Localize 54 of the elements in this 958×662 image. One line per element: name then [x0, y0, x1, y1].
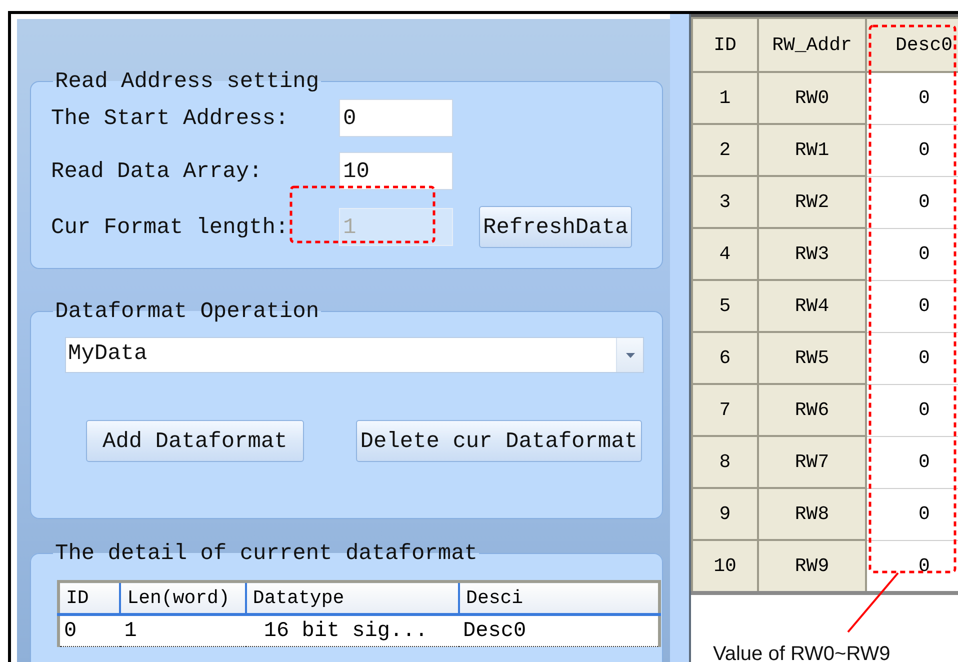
input-field[interactable]: 10	[339, 152, 453, 190]
row-header: 4	[692, 228, 758, 280]
table-cell: 0	[866, 540, 958, 593]
table-cell: RW2	[758, 176, 866, 228]
row-header: 2	[692, 124, 758, 176]
dataformat-dropdown[interactable]: MyData	[65, 337, 644, 373]
dataformat-button[interactable]: Delete cur Dataformat	[356, 420, 642, 462]
table-cell: 0	[866, 384, 958, 436]
table-cell: RW1	[758, 124, 866, 176]
table-cell: 0	[866, 72, 958, 124]
splitter-bar[interactable]	[670, 14, 691, 662]
table-cell: RW3	[758, 228, 866, 280]
column-header[interactable]: Len(word)	[120, 582, 246, 614]
group-title: Dataformat Operation	[54, 299, 320, 324]
table-cell: 0	[866, 436, 958, 488]
table-row[interactable]: 0 1 16 bit sig... Desc0	[58, 614, 660, 646]
dataformat-button[interactable]: Add Dataformat	[86, 420, 304, 462]
table-cell: 0	[866, 280, 958, 332]
field-label: Read Data Array:	[51, 158, 264, 184]
row-header: 6	[692, 332, 758, 384]
column-header[interactable]: Desci	[459, 582, 660, 614]
table-cell: RW8	[758, 488, 866, 540]
row-header: 1	[692, 72, 758, 124]
leader-line	[847, 572, 899, 633]
table-cell: 0	[866, 488, 958, 540]
table-cell: RW5	[758, 332, 866, 384]
table-cell: 0	[866, 228, 958, 280]
table-cell: RW9	[758, 540, 866, 593]
input-field[interactable]: 0	[339, 99, 453, 137]
row-header: 10	[692, 540, 758, 593]
table-cell: 0	[866, 124, 958, 176]
field-label: Cur Format length:	[51, 214, 290, 240]
row-header: 9	[692, 488, 758, 540]
column-header[interactable]: ID	[58, 582, 120, 614]
column-header[interactable]: Datatype	[246, 582, 460, 614]
dropdown-arrow-icon	[626, 352, 634, 358]
row-header: 5	[692, 280, 758, 332]
row-header: 3	[692, 176, 758, 228]
field-label: The Start Address:	[51, 106, 290, 130]
table-cell: RW0	[758, 72, 866, 124]
table-cell: RW6	[758, 384, 866, 436]
refresh-button[interactable]: RefreshData	[479, 206, 632, 248]
table-cell: RW7	[758, 436, 866, 488]
column-header[interactable]: ID	[692, 18, 758, 72]
row-header: 8	[692, 436, 758, 488]
column-header[interactable]: RW_Addr	[758, 18, 866, 72]
table-cell: RW4	[758, 280, 866, 332]
callout-text: Value of RW0~RW9	[713, 643, 892, 662]
column-header[interactable]: Desc0	[866, 18, 958, 72]
row-header: 7	[692, 384, 758, 436]
group-title: The detail of current dataformat	[54, 541, 478, 566]
table-cell: 0	[866, 176, 958, 228]
group-title: Read Address setting	[54, 69, 320, 94]
table-cell: 0	[866, 332, 958, 384]
